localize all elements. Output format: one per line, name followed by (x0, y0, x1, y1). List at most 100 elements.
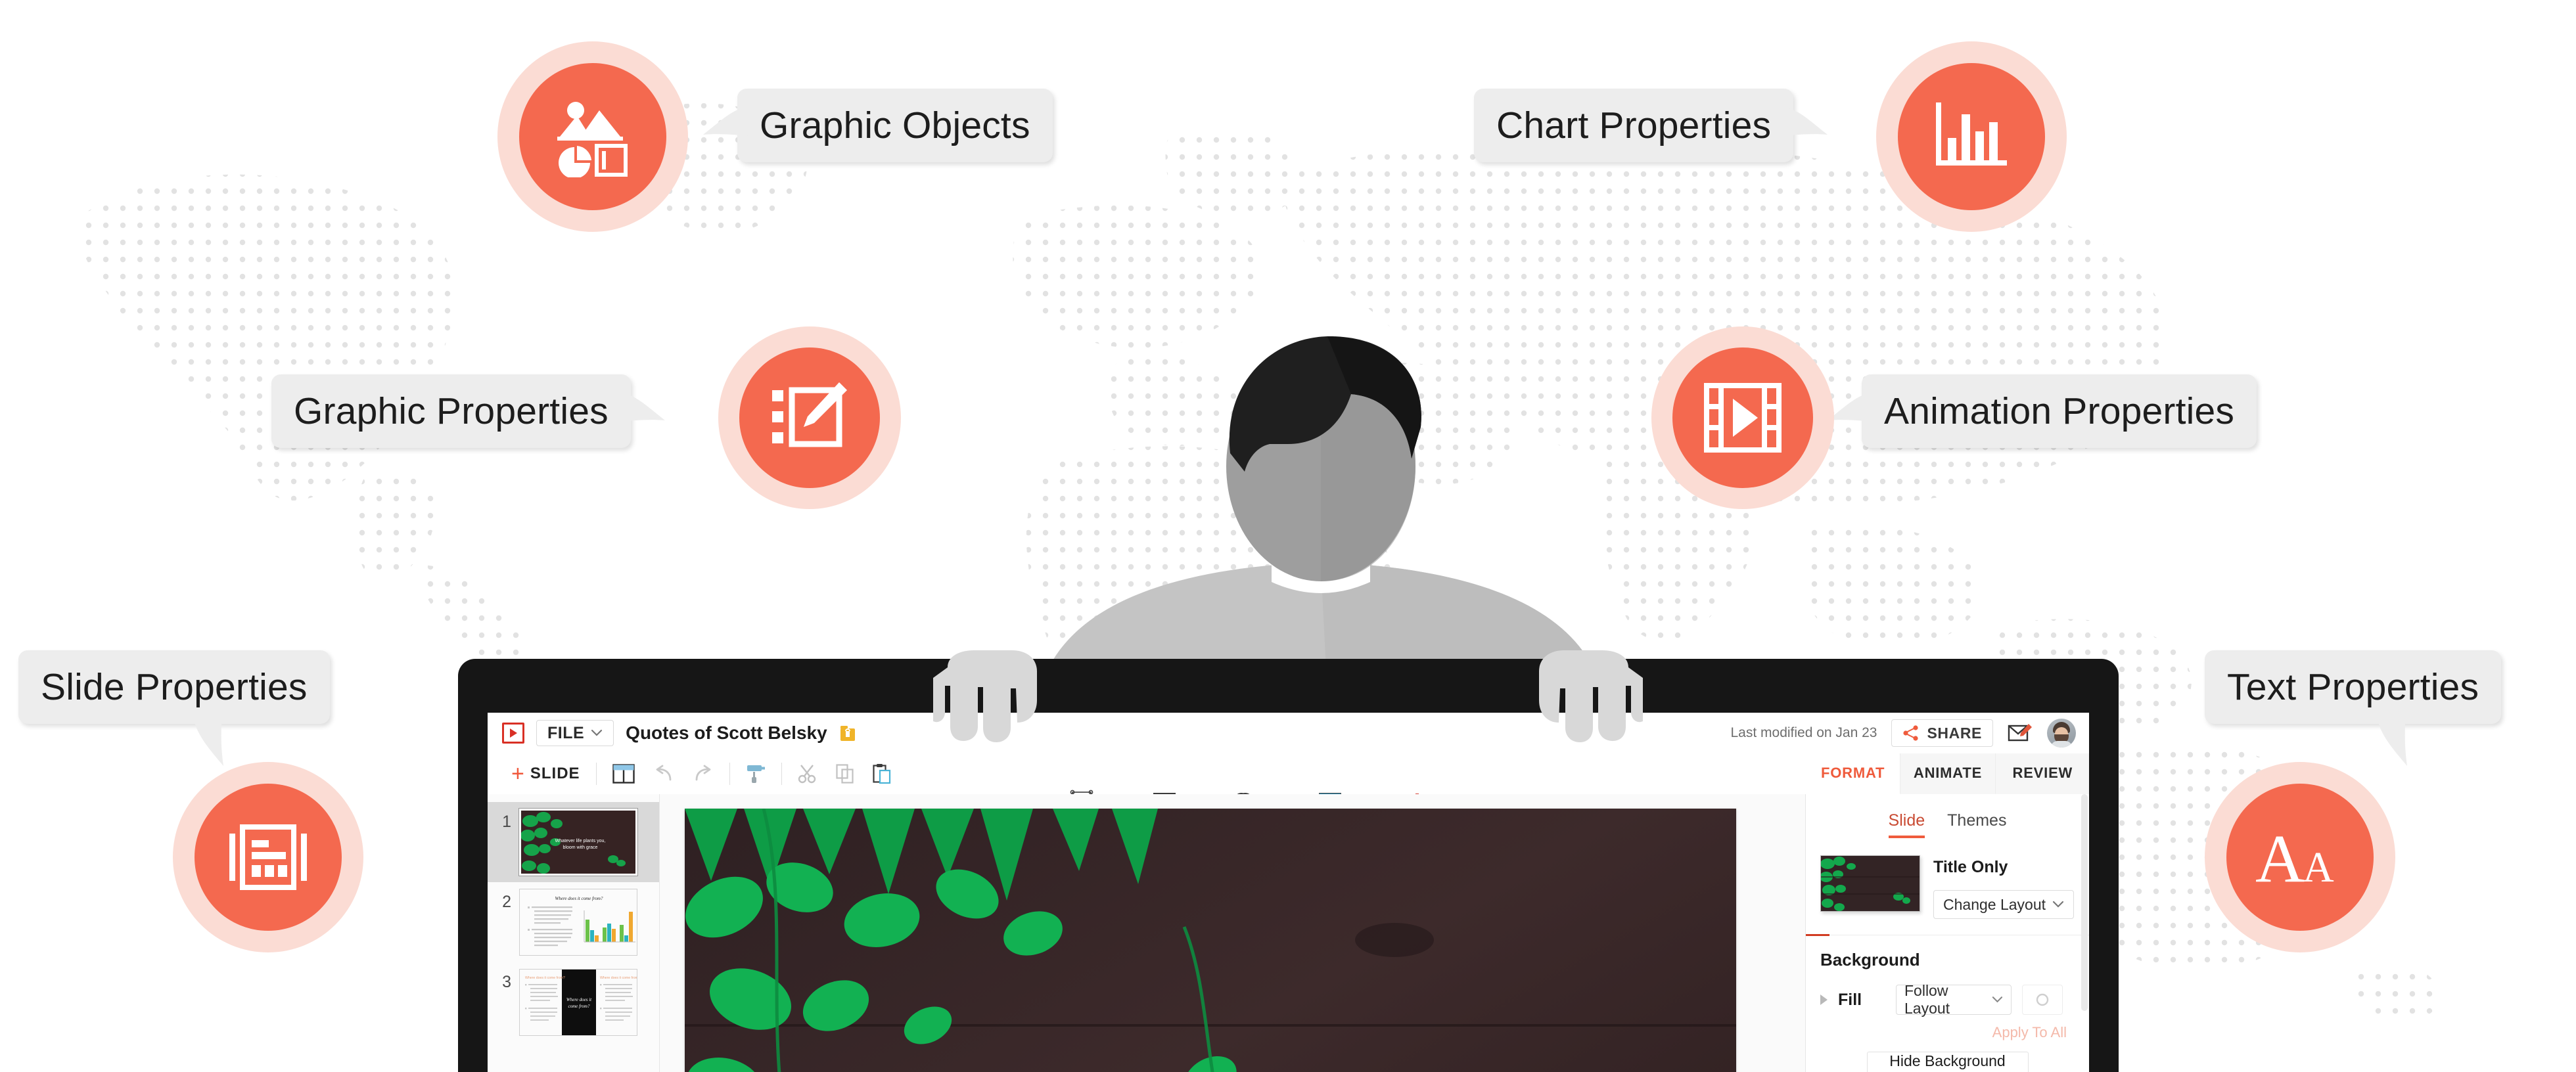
badge-disc (1672, 347, 1813, 488)
monitor-screen: FILE Quotes of Scott Belsky Last modifie… (488, 713, 2089, 1072)
paint-roller-icon[interactable] (737, 759, 775, 789)
thumb-preview: Where does it come from? Where does it c… (519, 969, 637, 1036)
locked-folder-icon[interactable] (839, 724, 856, 742)
left-hand (933, 650, 1037, 742)
color-circle-icon (2036, 993, 2049, 1006)
svg-text:A: A (2255, 821, 2305, 893)
avatar[interactable] (2047, 719, 2076, 748)
plus-icon: + (511, 761, 524, 786)
badge-chart-properties[interactable] (1876, 41, 2067, 232)
undo-glyph (656, 765, 671, 781)
layout-icon[interactable] (603, 759, 644, 789)
badge-disc: A A (2226, 784, 2374, 931)
redo-icon[interactable] (683, 759, 723, 789)
svg-text:Where does it come from?: Where does it come from? (600, 976, 637, 980)
thumb1-line1: Whatever life plants you, (555, 839, 606, 843)
change-layout-button[interactable]: Change Layout (1933, 890, 2075, 919)
thumb-preview: Whatever life plants you, bloom with gra… (519, 809, 637, 876)
callout-graphic-objects[interactable]: Graphic Objects (703, 89, 1053, 162)
redo-glyph (695, 765, 710, 781)
callout-tail (2377, 715, 2407, 766)
chevron-right-icon[interactable] (1820, 994, 1828, 1005)
badge-disc (519, 63, 666, 210)
copy-icon[interactable] (827, 759, 863, 789)
apply-to-all-link[interactable]: Apply To All (1806, 1015, 2089, 1041)
svg-text:Where does it come from?: Where does it come from? (525, 976, 565, 980)
badge-disc (195, 784, 342, 931)
image-pie-rect-icon (557, 102, 628, 177)
layout-row: Title Only Change Layout (1806, 838, 2089, 919)
badge-graphic-objects[interactable] (497, 41, 688, 232)
tab-animate[interactable]: ANIMATE (1900, 753, 1995, 794)
workspace: 1 Whatever life plants you, bloom with g… (488, 753, 2089, 1072)
badge-disc (1898, 63, 2045, 210)
badge-animation-properties[interactable] (1651, 326, 1834, 509)
thumb1-art: Whatever life plants you, bloom with gra… (521, 811, 635, 874)
fill-select[interactable]: Follow Layout (1896, 982, 2012, 1017)
slide-thumbnail-3[interactable]: 3 Where does it come from? Where does it… (488, 962, 659, 1042)
slide-number: 1 (502, 813, 511, 831)
person-illustration (1038, 336, 1603, 696)
presentation-app: FILE Quotes of Scott Belsky Last modifie… (488, 713, 2089, 1072)
layout-meta: Title Only Change Layout (1933, 855, 2075, 919)
thumb2-art: Where does it come from? (520, 889, 637, 955)
thumb3-art: Where does it come from? Where does it c… (520, 970, 637, 1035)
fill-row: Fill Follow Layout (1806, 970, 2089, 1017)
file-menu-label: FILE (547, 723, 585, 742)
subtab-slide[interactable]: Slide (1888, 811, 1925, 838)
tab-review[interactable]: REVIEW (1994, 753, 2089, 794)
format-panel-scrollbar[interactable] (2081, 794, 2088, 1011)
scissors-icon[interactable] (789, 759, 827, 789)
paste-icon[interactable] (863, 759, 900, 789)
film-play-icon (1704, 383, 1782, 453)
add-slide-button[interactable]: + SLIDE (502, 759, 589, 789)
toolbar-divider (595, 763, 597, 785)
chevron-down-icon (1992, 996, 2003, 1003)
presentation-logo-icon (502, 723, 524, 744)
callout-animation-properties[interactable]: Animation Properties (1828, 374, 2257, 448)
callout-label: Text Properties (2227, 665, 2479, 708)
document-title[interactable]: Quotes of Scott Belsky (626, 723, 827, 744)
subtab-themes[interactable]: Themes (1947, 811, 2006, 838)
slide-number: 3 (502, 973, 511, 991)
slide-thumbnail-1[interactable]: 1 Whatever life plants you, bloom with g… (488, 802, 659, 882)
slide-thumbnail-2[interactable]: 2 Where does it come from? (488, 882, 659, 962)
change-layout-label: Change Layout (1943, 895, 2046, 913)
share-button[interactable]: SHARE (1891, 719, 1993, 747)
slide-canvas-pane[interactable] (660, 794, 1805, 1072)
active-slide[interactable] (685, 809, 1736, 1072)
layout-glyph (612, 764, 635, 784)
slide-thumbnail-pane[interactable]: 1 Whatever life plants you, bloom with g… (488, 794, 660, 1072)
format-panel-tabs: FORMAT ANIMATE REVIEW (1806, 753, 2089, 794)
monitor-frame: FILE Quotes of Scott Belsky Last modifie… (458, 659, 2119, 1072)
fill-value: Follow Layout (1904, 982, 1950, 1017)
hide-background-graphics-button[interactable]: Hide Background Graphics (1866, 1052, 2029, 1072)
badge-slide-properties[interactable] (173, 762, 363, 952)
fill-color-swatch[interactable] (2022, 985, 2063, 1015)
add-slide-label: SLIDE (530, 765, 580, 782)
slide-number: 2 (502, 893, 511, 911)
comment-edit-icon[interactable] (2008, 723, 2033, 743)
share-label: SHARE (1927, 724, 1982, 742)
tab-format[interactable]: FORMAT (1806, 753, 1900, 794)
svg-text:Where does it: Where does it (566, 997, 592, 1002)
badge-graphic-properties[interactable] (718, 326, 901, 509)
format-panel: FORMAT ANIMATE REVIEW Slide Themes Title… (1805, 753, 2089, 1072)
callout-graphic-properties[interactable]: Graphic Properties (271, 374, 665, 448)
callout-tail (620, 393, 665, 422)
file-menu-button[interactable]: FILE (536, 720, 614, 746)
callout-chart-properties[interactable]: Chart Properties (1474, 89, 1828, 162)
callout-label: Chart Properties (1496, 104, 1772, 146)
callout-slide-properties[interactable]: Slide Properties (18, 650, 330, 766)
callout-label: Graphic Properties (294, 390, 609, 432)
scissors-glyph (798, 765, 816, 784)
callout-text-properties[interactable]: Text Properties (2205, 650, 2502, 766)
tab-label: REVIEW (2012, 765, 2073, 781)
layout-thumbnail[interactable] (1820, 855, 1920, 912)
paste-glyph (872, 764, 890, 784)
callout-tail (1783, 107, 1828, 136)
undo-icon[interactable] (644, 759, 683, 789)
badge-text-properties[interactable]: A A (2205, 762, 2395, 952)
callout-label: Graphic Objects (760, 104, 1030, 146)
background-section-title: Background (1820, 950, 1920, 970)
